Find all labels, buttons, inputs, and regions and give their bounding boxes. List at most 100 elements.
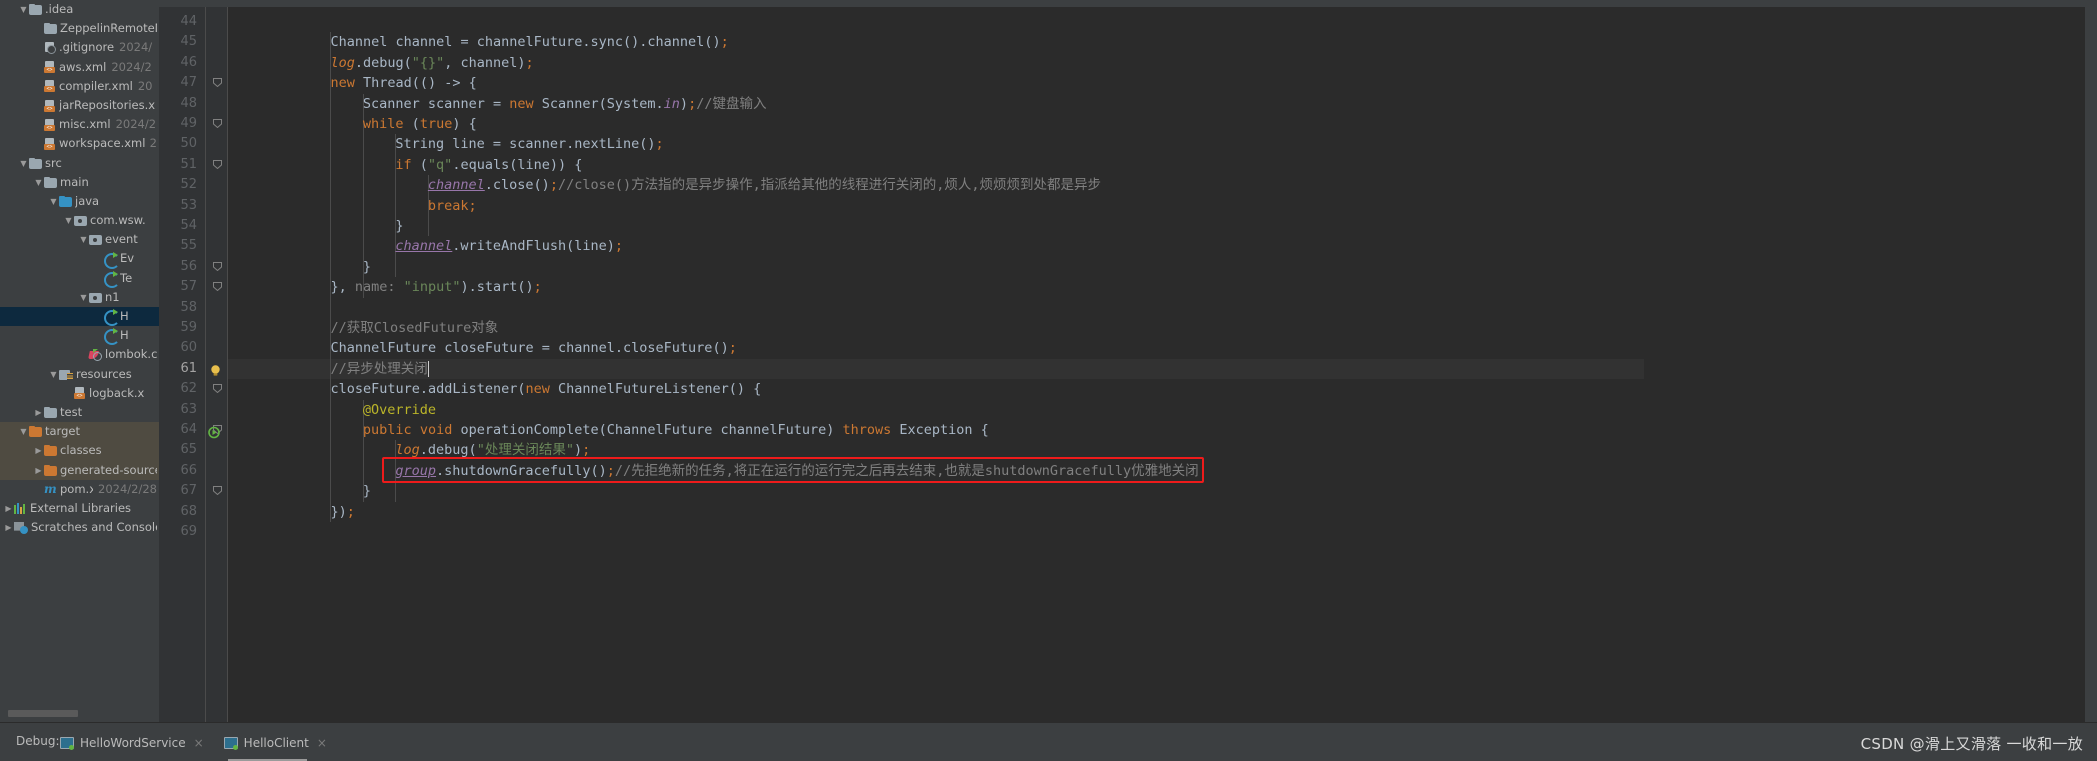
close-icon[interactable]: ×: [194, 736, 204, 750]
tree-item-label: misc.xml: [59, 117, 111, 132]
code-fold-toggle-icon[interactable]: [213, 119, 222, 128]
tree-item-label: resources: [76, 366, 132, 381]
debug-tab-hellowordservice[interactable]: HelloWordService ×: [60, 731, 204, 755]
code-line-64[interactable]: public void operationComplete(ChannelFut…: [227, 420, 989, 440]
chevron-right-icon[interactable]: ▶: [3, 499, 14, 518]
chevron-down-icon[interactable]: ▼: [18, 422, 29, 441]
code-line-53[interactable]: break;: [227, 196, 477, 216]
tree-item-jarrepositories-x[interactable]: ▶ jarRepositories.x: [0, 96, 159, 115]
tree-item-label: H: [120, 328, 129, 343]
tree-item-classes[interactable]: ▶ classes: [0, 441, 159, 461]
tree-item-com-wsw[interactable]: ▼ com.wsw.: [0, 211, 159, 230]
tree-item-target[interactable]: ▼ target: [0, 422, 159, 442]
chevron-down-icon[interactable]: ▼: [18, 154, 29, 173]
code-line-60[interactable]: ChannelFuture closeFuture = channel.clos…: [227, 338, 736, 358]
code-fold-toggle-icon[interactable]: [213, 486, 222, 496]
code-line-55[interactable]: channel.writeAndFlush(line);: [227, 236, 623, 256]
tree-item-resources[interactable]: ▼ resources: [0, 365, 159, 384]
tree-item-logback-x[interactable]: ▶ logback.x: [0, 384, 159, 403]
tree-item-pom-xml[interactable]: ▶mpom.xml 2024/2/28: [0, 480, 159, 499]
code-line-46[interactable]: log.debug("{}", channel);: [227, 53, 533, 73]
horizontal-scrollbar-thumb[interactable]: [8, 710, 78, 717]
tree-item-test[interactable]: ▶ test: [0, 403, 159, 422]
debug-tab-helloclient[interactable]: HelloClient ×: [223, 731, 327, 755]
implemented-method-marker-icon[interactable]: [208, 424, 221, 439]
tree-item-idea[interactable]: ▼ .idea: [0, 0, 159, 19]
tree-item-h[interactable]: ▶H: [0, 307, 159, 327]
code-line-61[interactable]: //异步处理关闭: [227, 359, 437, 379]
tree-item-misc-xml[interactable]: ▶ misc.xml 2024/2: [0, 115, 159, 134]
tree-item-src[interactable]: ▼ src: [0, 154, 159, 173]
chevron-right-icon[interactable]: ▶: [3, 518, 14, 537]
code-line-45[interactable]: Channel channel = channelFuture.sync().c…: [227, 32, 728, 52]
code-line-56[interactable]: }: [227, 257, 371, 277]
close-icon[interactable]: ×: [317, 736, 327, 750]
chevron-down-icon[interactable]: ▼: [18, 0, 29, 19]
xml-file-icon: [44, 80, 56, 93]
tree-spacer: ▶: [33, 38, 44, 57]
tree-item-scratches-and-consoles[interactable]: ▶ Scratches and Consoles: [0, 518, 159, 537]
chevron-down-icon[interactable]: ▼: [78, 230, 89, 249]
tree-item-label: logback.x: [89, 385, 145, 400]
code-line-66[interactable]: group.shutdownGracefully();//先拒绝新的任务,将正在…: [227, 461, 1198, 481]
excluded-folder-icon: [44, 445, 57, 457]
code-line-62[interactable]: closeFuture.addListener(new ChannelFutur…: [227, 379, 761, 399]
tree-item-java[interactable]: ▼ java: [0, 192, 159, 211]
code-line-52[interactable]: channel.close();//close()方法指的是异步操作,指派给其他…: [227, 175, 1101, 195]
code-line-47[interactable]: new Thread(() -> {: [227, 73, 476, 93]
chevron-down-icon[interactable]: ▼: [63, 211, 74, 230]
chevron-down-icon[interactable]: ▼: [33, 173, 44, 192]
code-line-63[interactable]: @Override: [227, 400, 436, 420]
tree-item-aws-xml[interactable]: ▶ aws.xml 2024/2: [0, 58, 159, 77]
tree-item-generated-source[interactable]: ▶ generated-source: [0, 460, 159, 480]
code-fold-toggle-icon[interactable]: [213, 261, 222, 271]
tree-item-ev[interactable]: ▶ Ev: [0, 249, 159, 269]
chevron-down-icon[interactable]: ▼: [78, 288, 89, 307]
code-line-50[interactable]: String line = scanner.nextLine();: [227, 134, 663, 154]
chevron-down-icon[interactable]: ▼: [48, 365, 59, 384]
code-folding-strip[interactable]: [205, 7, 227, 722]
tree-item-gitignore[interactable]: ▶ .gitignore 2024/: [0, 38, 159, 57]
code-line-51[interactable]: if ("q".equals(line)) {: [227, 155, 582, 175]
code-line-59[interactable]: //获取ClosedFuture对象: [227, 318, 498, 338]
line-number: 56: [180, 258, 197, 274]
tree-item-external-libraries[interactable]: ▶ External Libraries: [0, 499, 159, 518]
line-number: 65: [180, 442, 197, 458]
tree-item-workspace-xml[interactable]: ▶ workspace.xml 2: [0, 134, 159, 153]
error-stripe-scrollbar[interactable]: [2085, 7, 2097, 722]
tree-item-lombok-c[interactable]: ▶ lombok.c: [0, 345, 159, 364]
chevron-down-icon[interactable]: ▼: [48, 192, 59, 211]
chevron-right-icon[interactable]: ▶: [33, 461, 44, 480]
line-number: 59: [180, 320, 197, 335]
editor-area[interactable]: 44 45 46 47 48 49 50 51 52 53 54 55 56 57 58 59 60 61 62 63…: [159, 0, 2097, 722]
code-line-57[interactable]: }, name: "input").start();: [227, 277, 541, 297]
code-line-65[interactable]: log.debug("处理关闭结果");: [227, 440, 590, 460]
code-line-67[interactable]: }: [227, 481, 371, 501]
tree-item-main[interactable]: ▼ main: [0, 173, 159, 192]
code-line-54[interactable]: }: [227, 216, 403, 236]
chevron-right-icon[interactable]: ▶: [33, 441, 44, 460]
project-tree-panel[interactable]: ▼.idea▶ZeppelinRemoteN▶.gitignore2024/▶a…: [0, 0, 159, 722]
line-number: 60: [180, 340, 197, 356]
tree-item-event[interactable]: ▼ event: [0, 230, 159, 249]
project-tree[interactable]: ▼.idea▶ZeppelinRemoteN▶.gitignore2024/▶a…: [0, 0, 159, 537]
tree-spacer: ▶: [33, 115, 44, 134]
line-number: 48: [180, 95, 197, 111]
code-line-48[interactable]: Scanner scanner = new Scanner(System.in)…: [227, 94, 767, 114]
tree-item-zeppelinremoten[interactable]: ▶ ZeppelinRemoteN: [0, 19, 159, 38]
code-fold-toggle-icon[interactable]: [213, 384, 222, 394]
tree-item-n1[interactable]: ▼ n1: [0, 288, 159, 307]
intention-bulb-icon[interactable]: [209, 362, 222, 376]
tree-item-te[interactable]: ▶ Te: [0, 269, 159, 288]
tree-spacer: ▶: [93, 326, 104, 345]
code-line-49[interactable]: while (true) {: [227, 114, 477, 134]
tree-spacer: ▶: [93, 307, 104, 326]
tree-item-compiler-xml[interactable]: ▶ compiler.xml 20: [0, 77, 159, 96]
code-line-68[interactable]: });: [227, 502, 354, 522]
code-fold-toggle-icon[interactable]: [213, 78, 222, 88]
chevron-right-icon[interactable]: ▶: [33, 403, 44, 422]
tree-item-h[interactable]: ▶H: [0, 326, 159, 346]
code-fold-toggle-icon[interactable]: [213, 159, 222, 169]
package-icon: [89, 234, 102, 246]
code-fold-toggle-icon[interactable]: [213, 282, 222, 292]
